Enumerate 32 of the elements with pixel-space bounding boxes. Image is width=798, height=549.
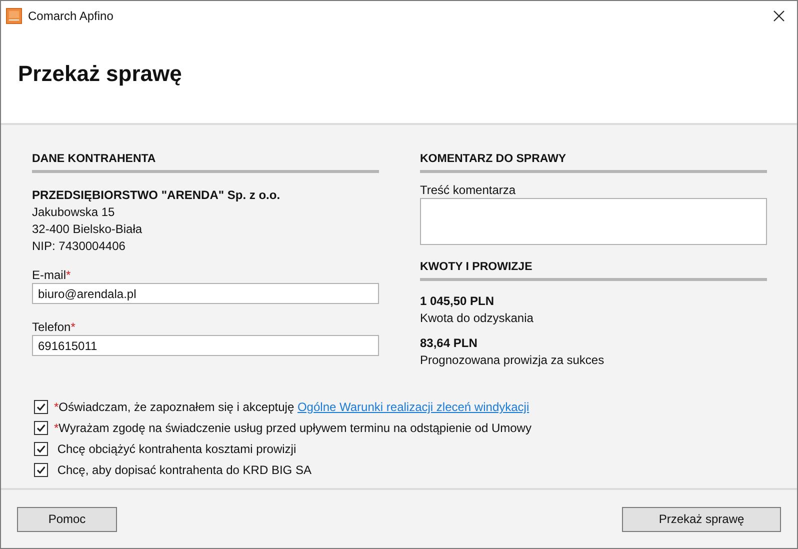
checkbox[interactable] [34,442,48,456]
address-line: 32-400 Bielsko-Biała [32,221,144,238]
page-title: Przekaż sprawę [18,61,182,87]
input-field[interactable]: 691615011 [32,335,379,356]
consent-text: *Oświadczam, że zapoznałem się i akceptuję Ogólne Warunki realizacji zleceń windykacji [54,399,530,415]
consent-text: Chcę obciążyć kontrahenta kosztami prowizji [56,441,296,457]
section-heading: KOMENTARZ DO SPRAWY [420,153,767,173]
consent-text: *Wyrażam zgodę na świadczenie usług przed upływem terminu na odstąpienie od Umowy [54,420,532,436]
section-heading: DANE KONTRAHENTA [32,153,379,173]
checkbox[interactable] [34,400,48,414]
company-name: PRZEDSIĘBIORSTWO "ARENDA" Sp. z o.o. [32,187,282,204]
consent-text: Chcę, aby dopisać kontrahenta do KRD BIG SA [56,462,312,478]
amount-caption: Kwota do odzyskania [420,310,534,327]
help-button[interactable]: Pomoc [17,506,117,532]
address-line: NIP: 7430004406 [32,238,126,255]
address-line: Jakubowska 15 [32,204,116,221]
submit-button[interactable]: Przekaż sprawę [622,506,781,532]
window-title: Comarch Apfino [28,8,114,22]
amount-caption: Prognozowana prowizja za sukces [420,352,606,369]
checkbox[interactable] [34,421,48,435]
amount-value: 1 045,50 PLN [420,293,496,310]
field-label: Treść komentarza [420,183,517,198]
input-field[interactable]: biuro@arendala.pl [32,283,379,304]
comment-field[interactable] [420,198,767,245]
terms-link[interactable]: Ogólne Warunki realizacji zleceń windykacji [297,400,530,414]
checkbox[interactable] [34,463,48,477]
field-label: Telefon* [32,320,76,335]
app-icon [6,8,22,24]
section-heading: KWOTY I PROWIZJE [420,261,767,281]
close-icon[interactable] [773,10,785,22]
field-label: E-mail* [32,268,72,283]
amount-value: 83,64 PLN [420,335,478,352]
